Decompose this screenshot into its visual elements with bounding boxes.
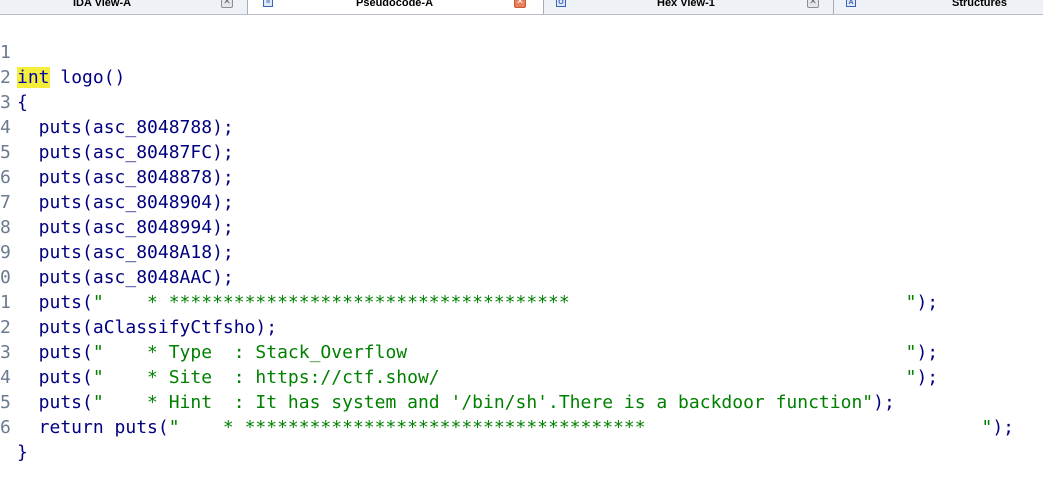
tab-bar: IDA View-A ✕ ≡ Pseudocode-A ✕ O Hex View… — [0, 0, 1043, 15]
pseudocode-icon: ≡ — [263, 0, 273, 7]
tab-pseudocode-a[interactable]: ≡ Pseudocode-A ✕ — [248, 0, 544, 14]
code-line-13[interactable]: 3 puts(" * Site : https://ctf.show/ "); — [0, 315, 1043, 388]
code-line-7[interactable]: 7 puts(asc_8048994); — [0, 165, 1043, 238]
code-line-10[interactable]: 0 puts(" * *****************************… — [0, 240, 1043, 313]
pseudocode-view[interactable]: 1 int logo() 2 { 3 puts(asc_8048788); 4 … — [0, 15, 1043, 463]
code-line-15[interactable]: 5 return puts(" * **********************… — [0, 365, 1043, 438]
tab-label: Pseudocode-A — [356, 0, 434, 9]
close-icon[interactable]: ✕ — [807, 0, 819, 8]
close-icon[interactable]: ✕ — [514, 0, 526, 8]
tab-label: IDA View-A — [73, 0, 132, 9]
code-line-12[interactable]: 2 puts(" * Type : Stack_Overflow "); — [0, 290, 1043, 363]
code-line-8[interactable]: 8 puts(asc_8048A18); — [0, 190, 1043, 263]
code-line-16[interactable]: 6 } — [0, 390, 1043, 463]
code-line-2[interactable]: 2 { — [0, 40, 1043, 113]
code-line-5[interactable]: 5 puts(asc_8048878); — [0, 115, 1043, 188]
line-number: 6 — [0, 417, 11, 438]
close-icon[interactable]: ✕ — [221, 0, 233, 8]
code-line-11[interactable]: 1 puts(aClassifyCtfsho); — [0, 265, 1043, 338]
tab-label: Hex View-1 — [657, 0, 715, 9]
tab-structures[interactable]: A Structures — [834, 0, 1043, 14]
code-line-14[interactable]: 4 puts(" * Hint : It has system and '/bi… — [0, 340, 1043, 413]
tab-ida-view-a[interactable]: IDA View-A ✕ — [0, 0, 248, 14]
structures-icon: A — [846, 0, 856, 7]
code-text[interactable]: } — [17, 440, 28, 465]
code-text[interactable]: ); — [992, 417, 1014, 438]
code-line-1[interactable]: 1 int logo() — [0, 15, 1043, 88]
tab-hex-view-1[interactable]: O Hex View-1 ✕ — [544, 0, 834, 14]
tab-label: Structures — [952, 0, 1008, 9]
code-line-4[interactable]: 4 puts(asc_80487FC); — [0, 90, 1043, 163]
code-line-3[interactable]: 3 puts(asc_8048788); — [0, 65, 1043, 138]
code-line-9[interactable]: 9 puts(asc_8048AAC); — [0, 215, 1043, 288]
code-line-6[interactable]: 6 puts(asc_8048904); — [0, 140, 1043, 213]
hex-view-icon: O — [556, 0, 566, 7]
string-literal[interactable]: " * ************************************… — [169, 417, 993, 438]
